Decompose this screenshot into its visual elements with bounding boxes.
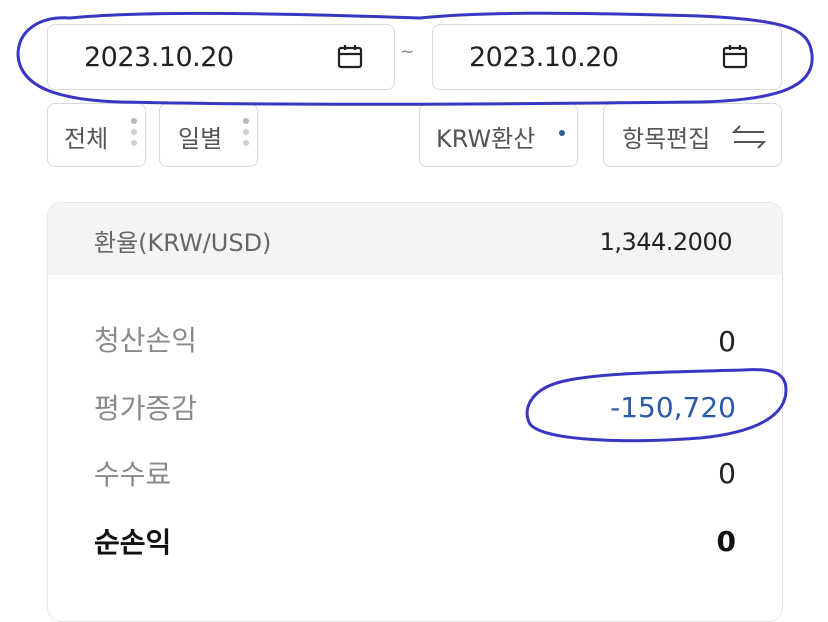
end-date-value: 2023.10.20 xyxy=(469,42,619,73)
start-date-value: 2023.10.20 xyxy=(84,42,234,73)
currency-convert-label: KRW환산 xyxy=(436,125,536,153)
net-pnl-value: 0 xyxy=(716,525,736,558)
exchange-rate-value: 1,344.2000 xyxy=(599,228,733,256)
exchange-rate-row: 환율(KRW/USD) 1,344.2000 xyxy=(48,203,782,275)
exchange-rate-label: 환율(KRW/USD) xyxy=(94,229,272,257)
calendar-icon[interactable] xyxy=(336,43,364,71)
filter-daily-label: 일별 xyxy=(178,125,223,153)
fee-label: 수수료 xyxy=(94,458,172,491)
filter-daily-button[interactable]: 일별 xyxy=(159,103,258,167)
date-range-separator: ~ xyxy=(400,42,415,62)
edit-items-button[interactable]: 항목편집 xyxy=(603,103,782,167)
filter-all-button[interactable]: 전체 xyxy=(47,103,146,167)
swap-arrows-icon xyxy=(732,125,766,149)
fee-value: 0 xyxy=(718,457,736,490)
status-dot-icon xyxy=(559,130,565,141)
calendar-icon[interactable] xyxy=(721,43,749,71)
net-pnl-label: 순손익 xyxy=(94,526,172,559)
valuation-change-value: -150,720 xyxy=(610,391,736,424)
edit-items-label: 항목편집 xyxy=(622,125,711,153)
filter-all-label: 전체 xyxy=(64,125,109,153)
more-icon xyxy=(131,118,137,151)
end-date-field[interactable]: 2023.10.20 xyxy=(432,24,782,90)
valuation-change-label: 평가증감 xyxy=(94,392,198,425)
pnl-summary-panel: 환율(KRW/USD) 1,344.2000 청산손익 0 평가증감 -150,… xyxy=(47,202,783,622)
more-icon xyxy=(243,118,249,151)
realized-pnl-label: 청산손익 xyxy=(94,324,198,357)
currency-convert-button[interactable]: KRW환산 xyxy=(419,103,578,167)
start-date-field[interactable]: 2023.10.20 xyxy=(47,24,395,90)
realized-pnl-value: 0 xyxy=(718,325,736,358)
